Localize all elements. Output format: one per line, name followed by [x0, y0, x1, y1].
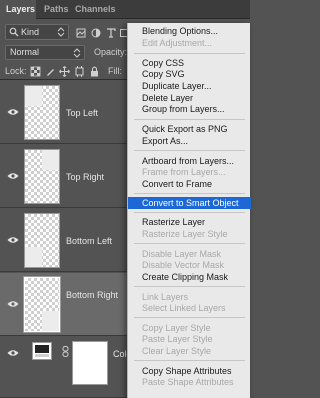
tab-channels[interactable]: Channels: [75, 0, 116, 19]
menu-item-paste-layer-style: Paste Layer Style: [142, 334, 213, 344]
layer-thumbnail: [24, 149, 60, 204]
visibility-eye-icon[interactable]: [7, 172, 19, 180]
tab-paths[interactable]: Paths: [44, 0, 69, 19]
layer-thumbnail: [24, 213, 60, 268]
type-filter-icon[interactable]: [106, 28, 116, 38]
adjustment-filter-icon[interactable]: [91, 28, 101, 38]
visibility-eye-icon[interactable]: [7, 108, 19, 116]
chevron-updown-icon: [73, 48, 81, 58]
kind-filter-label: Kind: [21, 27, 40, 37]
panel-tabs: Layers Paths Channels: [0, 0, 250, 19]
menu-item-rasterize-layer[interactable]: Rasterize Layer: [128, 217, 251, 228]
layer-thumbnail: [24, 85, 60, 140]
chevron-updown-icon: [57, 27, 65, 37]
lock-image-pixels-icon[interactable]: [45, 66, 56, 77]
link-chain-icon[interactable]: [62, 346, 69, 357]
menu-item-convert-to-frame[interactable]: Convert to Frame: [128, 179, 251, 190]
lock-all-icon[interactable]: [89, 66, 100, 77]
menu-item-duplicate-layer[interactable]: Duplicate Layer...: [128, 81, 251, 92]
menu-item-artboard-from-layers[interactable]: Artboard from Layers...: [128, 156, 251, 167]
menu-separator: [134, 212, 245, 213]
lock-position-icon[interactable]: [59, 66, 70, 77]
menu-item-paste-shape-attributes: Paste Shape Attributes: [142, 377, 234, 387]
blend-mode-value: Normal: [10, 47, 40, 57]
menu-item-create-clipping-mask[interactable]: Create Clipping Mask: [128, 272, 251, 283]
menu-separator: [134, 193, 245, 194]
visibility-eye-icon[interactable]: [7, 349, 19, 357]
menu-item-convert-to-smart-object[interactable]: Convert to Smart Object: [128, 197, 251, 209]
menu-separator: [134, 119, 245, 120]
menu-item-copy-layer-style: Copy Layer Style: [142, 323, 211, 333]
menu-item-group-from-layers[interactable]: Group from Layers...: [128, 104, 251, 115]
blend-mode-select[interactable]: Normal: [5, 45, 85, 60]
menu-item-copy-svg[interactable]: Copy SVG: [128, 69, 251, 80]
menu-item-edit-adjustment: Edit Adjustment...: [142, 38, 213, 48]
menu-separator: [134, 243, 245, 244]
kind-filter-select[interactable]: Kind: [5, 24, 69, 40]
opacity-label: Opacity:: [94, 47, 128, 57]
layer-name: Top Right: [66, 172, 105, 182]
menu-item-clear-layer-style: Clear Layer Style: [142, 346, 212, 356]
menu-item-link-layers: Link Layers: [142, 292, 189, 302]
layer-context-menu: Blending Options... Edit Adjustment... C…: [127, 23, 251, 398]
layer-name: Bottom Left: [66, 236, 113, 246]
pixel-filter-icon[interactable]: [76, 28, 86, 38]
visibility-eye-icon[interactable]: [7, 300, 19, 308]
menu-item-disable-vector-mask: Disable Vector Mask: [142, 260, 225, 270]
search-icon: [9, 27, 19, 37]
menu-separator: [134, 286, 245, 287]
menu-separator: [134, 150, 245, 151]
menu-separator: [134, 317, 245, 318]
layer-thumbnail: [23, 276, 61, 333]
tab-layers[interactable]: Layers: [0, 0, 36, 19]
layer-name: Top Left: [66, 108, 99, 118]
menu-item-delete-layer[interactable]: Delete Layer: [128, 93, 251, 104]
menu-item-frame-from-layers: Frame from Layers...: [142, 167, 226, 177]
layer-mask-thumbnail: [72, 341, 108, 385]
menu-item-copy-shape-attributes[interactable]: Copy Shape Attributes: [128, 366, 251, 377]
menu-item-rasterize-layer-style: Rasterize Layer Style: [142, 229, 228, 239]
lock-label: Lock:: [5, 66, 27, 76]
menu-item-disable-layer-mask: Disable Layer Mask: [142, 249, 222, 259]
layer-name: Bottom Right: [66, 290, 119, 300]
menu-item-export-as[interactable]: Export As...: [128, 136, 251, 147]
fill-label: Fill:: [108, 66, 122, 76]
menu-item-select-linked-layers: Select Linked Layers: [142, 303, 226, 313]
lock-artboard-icon[interactable]: [74, 66, 85, 77]
menu-item-quick-export-png[interactable]: Quick Export as PNG: [128, 124, 251, 135]
menu-item-blending-options[interactable]: Blending Options...: [128, 26, 251, 37]
lock-transparent-pixels-icon[interactable]: [30, 66, 41, 77]
adjustment-layer-icon: [32, 342, 52, 360]
menu-separator: [134, 360, 245, 361]
visibility-eye-icon[interactable]: [7, 236, 19, 244]
menu-item-copy-css[interactable]: Copy CSS: [128, 58, 251, 69]
menu-separator: [134, 53, 245, 54]
